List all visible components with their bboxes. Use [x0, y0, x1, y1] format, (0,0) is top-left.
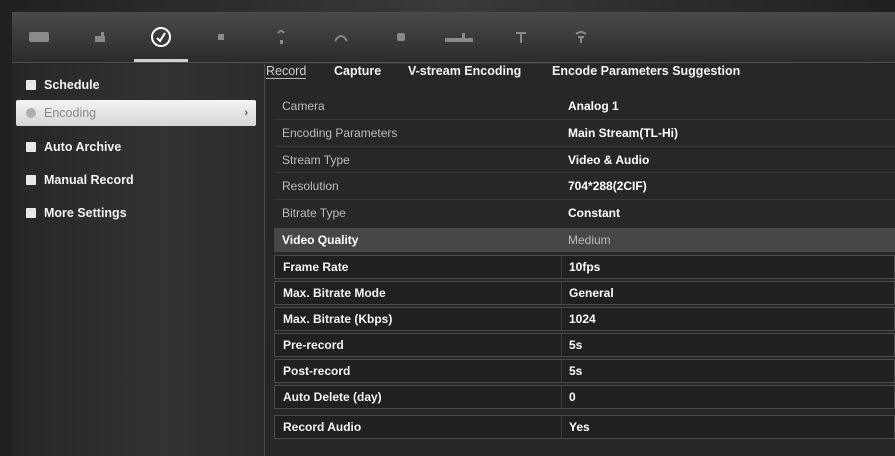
- frame-rate-select[interactable]: 10fps: [569, 260, 600, 274]
- setting-row-post-record[interactable]: Post-record 5s: [274, 359, 895, 383]
- divider: [274, 199, 895, 200]
- camera-select[interactable]: Analog 1: [568, 99, 619, 113]
- sidebar-item-label: Manual Record: [44, 173, 134, 187]
- setting-row-frame-rate[interactable]: Frame Rate 10fps: [274, 255, 895, 279]
- setting-row-stream-type[interactable]: Stream Type Video & Audio: [274, 148, 895, 172]
- auto-delete-input[interactable]: 0: [569, 390, 576, 404]
- sidebar-item-auto-archive[interactable]: Auto Archive: [16, 134, 256, 160]
- sidebar-item-label: Auto Archive: [44, 140, 122, 154]
- setting-row-pre-record[interactable]: Pre-record 5s: [274, 333, 895, 357]
- pre-record-select[interactable]: 5s: [569, 338, 582, 352]
- sidebar-item-label: Encoding: [44, 106, 97, 120]
- user-icon[interactable]: [324, 24, 358, 50]
- max-bitrate-mode-select[interactable]: General: [569, 286, 614, 300]
- divider: [274, 119, 895, 120]
- setting-row-max-bitrate-kbps[interactable]: Max. Bitrate (Kbps) 1024: [274, 307, 895, 331]
- setting-row-bitrate-type[interactable]: Bitrate Type Constant: [274, 201, 895, 225]
- encoding-parameters-select[interactable]: Main Stream(TL-Hi): [568, 126, 678, 140]
- post-record-select[interactable]: 5s: [569, 364, 582, 378]
- setting-row-video-quality[interactable]: Video Quality Medium: [274, 228, 895, 252]
- maintenance-icon[interactable]: [564, 24, 598, 50]
- more-settings-icon: [26, 208, 36, 218]
- setting-label: Bitrate Type: [282, 206, 346, 220]
- stream-type-select[interactable]: Video & Audio: [568, 153, 649, 167]
- sidebar-item-label: More Settings: [44, 206, 127, 220]
- setting-row-record-audio[interactable]: Record Audio Yes: [274, 415, 895, 439]
- max-bitrate-input[interactable]: 1024: [569, 312, 596, 326]
- sidebar-item-schedule[interactable]: Schedule: [16, 72, 256, 98]
- divider: [274, 172, 895, 173]
- record-audio-select[interactable]: Yes: [569, 420, 590, 434]
- dvr-window: Schedule Encoding › Auto Archive Manual …: [0, 0, 895, 456]
- setting-label: Post-record: [283, 364, 351, 378]
- setting-row-encoding-parameters[interactable]: Encoding Parameters Main Stream(TL-Hi): [274, 121, 895, 145]
- setting-label: Stream Type: [282, 153, 350, 167]
- setting-label: Max. Bitrate Mode: [283, 286, 386, 300]
- divider: [274, 146, 895, 147]
- setting-row-max-bitrate-mode[interactable]: Max. Bitrate Mode General: [274, 281, 895, 305]
- alarm-icon[interactable]: [204, 24, 238, 50]
- record-settings-icon[interactable]: [134, 24, 188, 62]
- sidebar-item-more-settings[interactable]: More Settings: [16, 200, 256, 226]
- video-quality-select[interactable]: Medium: [568, 233, 611, 247]
- tab-v-stream-encoding[interactable]: V-stream Encoding: [408, 64, 521, 78]
- network-icon[interactable]: [264, 24, 298, 50]
- setting-label: Resolution: [282, 179, 339, 193]
- setting-label: Pre-record: [283, 338, 344, 352]
- top-toolbar: [12, 12, 895, 63]
- setting-label: Auto Delete (day): [283, 390, 382, 404]
- setting-row-resolution[interactable]: Resolution 704*288(2CIF): [274, 174, 895, 198]
- cell-divider: [561, 256, 562, 278]
- tab-record[interactable]: Record: [266, 64, 307, 79]
- setting-label: Record Audio: [283, 420, 362, 434]
- setting-label: Camera: [282, 99, 325, 113]
- cell-divider: [561, 308, 562, 330]
- system-icon[interactable]: [504, 24, 538, 50]
- cell-divider: [561, 416, 562, 438]
- hdd-icon[interactable]: [442, 24, 476, 50]
- setting-row-auto-delete[interactable]: Auto Delete (day) 0: [274, 385, 895, 409]
- device-icon[interactable]: [384, 24, 418, 50]
- camera-icon[interactable]: [84, 24, 118, 50]
- tab-encode-parameters-suggestion[interactable]: Encode Parameters Suggestion: [552, 64, 740, 78]
- archive-icon: [26, 142, 36, 152]
- setting-label: Frame Rate: [283, 260, 349, 274]
- cell-divider: [561, 360, 562, 382]
- cell-divider: [561, 334, 562, 356]
- resolution-select[interactable]: 704*288(2CIF): [568, 179, 647, 193]
- setting-row-camera[interactable]: Camera Analog 1: [274, 94, 895, 118]
- sidebar-item-label: Schedule: [44, 78, 100, 92]
- setting-label: Video Quality: [282, 233, 359, 247]
- sidebar: Schedule Encoding › Auto Archive Manual …: [12, 64, 265, 456]
- monitor-icon[interactable]: [22, 24, 56, 50]
- encoding-icon: [26, 108, 36, 118]
- tab-bar: Record Capture V-stream Encoding Encode …: [266, 64, 895, 86]
- bitrate-type-select[interactable]: Constant: [568, 206, 620, 220]
- encoding-panel: Record Capture V-stream Encoding Encode …: [266, 64, 895, 456]
- manual-record-icon: [26, 175, 36, 185]
- setting-label: Encoding Parameters: [282, 126, 398, 140]
- schedule-icon: [26, 80, 36, 90]
- sidebar-item-manual-record[interactable]: Manual Record: [16, 167, 256, 193]
- tab-capture[interactable]: Capture: [334, 64, 381, 78]
- sidebar-item-encoding[interactable]: Encoding ›: [16, 100, 256, 126]
- setting-label: Max. Bitrate (Kbps): [283, 312, 393, 326]
- cell-divider: [561, 282, 562, 304]
- chevron-right-icon: ›: [244, 107, 248, 119]
- cell-divider: [561, 386, 562, 408]
